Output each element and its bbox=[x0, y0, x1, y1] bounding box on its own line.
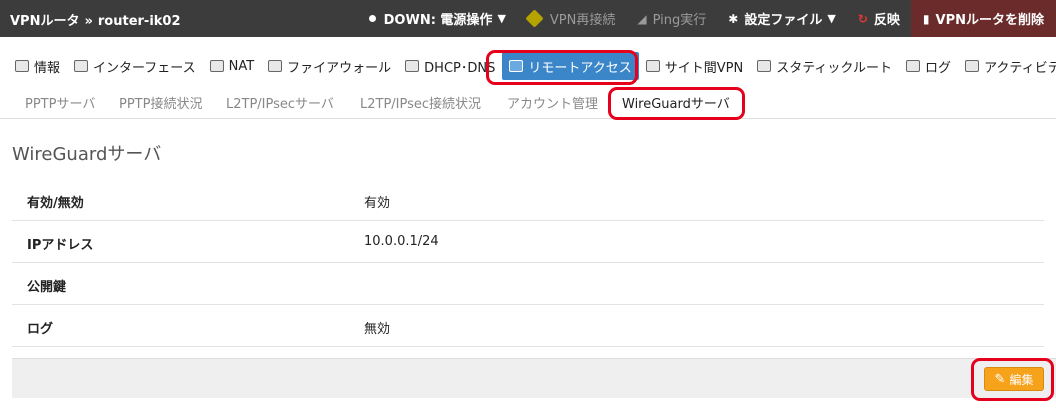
dhcp-icon bbox=[405, 60, 420, 72]
caret-down-icon: ▼ bbox=[827, 12, 836, 25]
firewall-icon bbox=[268, 60, 283, 72]
router-delete-icon: ▮ bbox=[922, 11, 930, 26]
tab-label: インターフェース bbox=[93, 60, 196, 76]
interface-icon bbox=[74, 60, 89, 72]
apply-button[interactable]: ↻ 反映 bbox=[847, 0, 911, 37]
edit-label: 編集 bbox=[1009, 372, 1034, 387]
settings-file-menu[interactable]: ✱ 設定ファイル ▼ bbox=[717, 0, 847, 37]
tab-label: ファイアウォール bbox=[287, 60, 392, 76]
tab-log[interactable]: ログ bbox=[899, 52, 958, 80]
vpn-restart-button[interactable]: VPN再接続 bbox=[517, 0, 626, 37]
settings-file-label: 設定ファイル bbox=[744, 13, 823, 28]
refresh-icon: ↻ bbox=[857, 11, 868, 26]
ping-button[interactable]: ◢ Ping実行 bbox=[626, 0, 717, 37]
caret-down-icon: ▼ bbox=[497, 12, 506, 25]
tab-static-route[interactable]: スタティックルート bbox=[750, 52, 899, 80]
tab-site-vpn[interactable]: サイト間VPN bbox=[639, 52, 750, 80]
detail-row-public-key: 公開鍵 bbox=[12, 263, 1044, 305]
tab-label: NAT bbox=[228, 58, 255, 74]
main-tabs: 情報 インターフェース NAT ファイアウォール DHCP･DNS リモートアク… bbox=[8, 52, 1056, 82]
subtab-l2tp-server[interactable]: L2TP/IPsecサーバ bbox=[226, 93, 334, 112]
delete-router-button[interactable]: ▮ VPNルータを削除 bbox=[910, 0, 1056, 37]
breadcrumb: VPNルータ » router-ik02 bbox=[10, 10, 181, 29]
detail-value: 無効 bbox=[364, 322, 391, 337]
tab-activity[interactable]: アクティビティ bbox=[958, 52, 1056, 80]
ping-label: Ping実行 bbox=[652, 13, 707, 28]
tab-remote-access[interactable]: リモートアクセス bbox=[502, 52, 639, 80]
sub-tabs: PPTPサーバ PPTP接続状況 L2TP/IPsecサーバ L2TP/IPse… bbox=[0, 89, 1056, 119]
detail-list: 有効/無効 有効 IPアドレス 10.0.0.1/24 公開鍵 ログ 無効 bbox=[12, 179, 1044, 347]
pencil-icon: ✎ bbox=[994, 371, 1006, 387]
page-title: WireGuardサーバ bbox=[12, 144, 162, 165]
tab-firewall[interactable]: ファイアウォール bbox=[261, 52, 398, 80]
top-bar: VPNルータ » router-ik02 DOWN: 電源操作 ▼ VPN再接続 ◢… bbox=[0, 0, 1056, 37]
remote-access-icon bbox=[509, 60, 524, 72]
log-icon bbox=[906, 60, 921, 72]
apply-label: 反映 bbox=[873, 13, 900, 28]
action-bar bbox=[12, 358, 1056, 398]
breadcrumb-root[interactable]: VPNルータ bbox=[10, 14, 79, 29]
subtab-pptp-server[interactable]: PPTPサーバ bbox=[25, 93, 95, 112]
tab-label: サイト間VPN bbox=[664, 60, 744, 76]
tab-label: リモートアクセス bbox=[528, 60, 632, 76]
tab-label: アクティビティ bbox=[984, 60, 1056, 76]
warning-icon bbox=[525, 9, 544, 28]
power-status-label: DOWN: 電源操作 bbox=[383, 13, 493, 28]
delete-router-label: VPNルータを削除 bbox=[935, 13, 1044, 28]
gear-icon: ✱ bbox=[728, 11, 739, 26]
tab-nat[interactable]: NAT bbox=[203, 52, 262, 80]
subtab-wireguard-server[interactable]: WireGuardサーバ bbox=[622, 93, 730, 112]
tab-info[interactable]: 情報 bbox=[8, 52, 67, 80]
tab-label: ログ bbox=[925, 60, 952, 76]
status-dot-icon bbox=[368, 15, 376, 22]
edit-button[interactable]: ✎ 編集 bbox=[984, 367, 1044, 391]
subtab-account-management[interactable]: アカウント管理 bbox=[507, 93, 598, 112]
subtab-l2tp-status[interactable]: L2TP/IPsec接続状況 bbox=[360, 93, 481, 112]
tab-interface[interactable]: インターフェース bbox=[67, 52, 203, 80]
nat-icon bbox=[209, 60, 224, 72]
power-status-menu[interactable]: DOWN: 電源操作 ▼ bbox=[358, 0, 517, 37]
tab-dhcp-dns[interactable]: DHCP･DNS bbox=[398, 52, 502, 80]
tab-label: DHCP･DNS bbox=[424, 60, 496, 76]
top-actions: DOWN: 電源操作 ▼ VPN再接続 ◢ Ping実行 ✱ 設定ファイル ▼ … bbox=[358, 0, 1056, 37]
tab-label: スタティックルート bbox=[776, 60, 893, 76]
tab-label: 情報 bbox=[34, 60, 61, 76]
detail-row-enabled: 有効/無効 有効 bbox=[12, 179, 1044, 221]
detail-value: 有効 bbox=[364, 196, 391, 211]
detail-row-ip-address: IPアドレス 10.0.0.1/24 bbox=[12, 221, 1044, 263]
detail-key: ログ bbox=[27, 322, 54, 337]
detail-key: IPアドレス bbox=[27, 238, 94, 253]
breadcrumb-separator: » bbox=[84, 14, 93, 29]
static-route-icon bbox=[757, 60, 772, 72]
activity-icon bbox=[965, 60, 980, 72]
detail-value: 10.0.0.1/24 bbox=[364, 234, 439, 249]
detail-key: 公開鍵 bbox=[27, 280, 67, 295]
detail-row-log: ログ 無効 bbox=[12, 305, 1044, 347]
breadcrumb-current: router-ik02 bbox=[97, 14, 181, 29]
send-icon: ◢ bbox=[637, 11, 647, 26]
subtab-pptp-status[interactable]: PPTP接続状況 bbox=[119, 93, 202, 112]
detail-key: 有効/無効 bbox=[27, 196, 84, 211]
info-icon bbox=[15, 60, 29, 72]
site-vpn-icon bbox=[645, 60, 660, 72]
vpn-restart-label: VPN再接続 bbox=[549, 13, 616, 28]
